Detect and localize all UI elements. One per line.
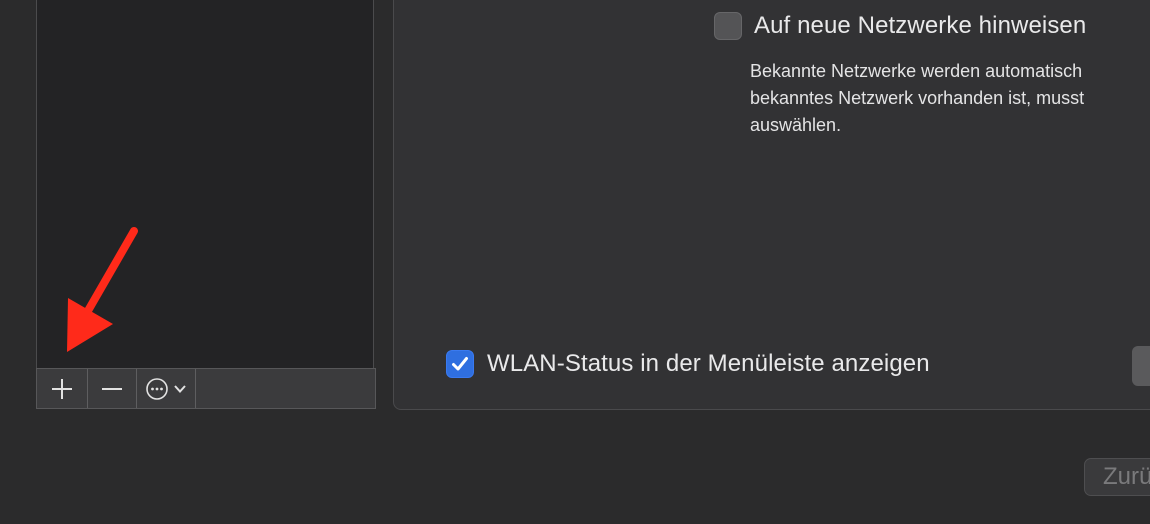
show-wifi-status-checkbox[interactable]: [446, 350, 474, 378]
help-text-line: Bekannte Netzwerke werden automatisch: [750, 61, 1083, 81]
advanced-button[interactable]: [1132, 346, 1150, 386]
checkmark-icon: [452, 357, 468, 371]
show-wifi-status-label[interactable]: WLAN-Status in der Menüleiste anzeigen: [487, 350, 930, 378]
back-button[interactable]: Zurü: [1084, 458, 1150, 496]
service-list-toolbar: [36, 368, 376, 409]
service-action-menu-button[interactable]: [137, 369, 196, 408]
remove-service-button[interactable]: [88, 369, 137, 408]
ellipsis-circle-icon: [146, 377, 168, 400]
network-preferences-window: Auf neue Netzwerke hinweisen Bekannte Ne…: [0, 0, 1150, 524]
ask-new-networks-checkbox[interactable]: [714, 12, 742, 40]
ask-new-networks-help-text: Bekannte Netzwerke werden automatisch be…: [750, 58, 1150, 139]
ask-new-networks-label[interactable]: Auf neue Netzwerke hinweisen: [754, 12, 1086, 40]
chevron-down-icon: [174, 384, 186, 393]
help-text-line: bekanntes Netzwerk vorhanden ist, musst: [750, 88, 1085, 108]
add-service-button[interactable]: [37, 369, 88, 408]
network-service-list[interactable]: [36, 0, 374, 369]
plus-icon: [52, 378, 72, 399]
minus-icon: [102, 387, 122, 390]
help-text-line: auswählen.: [750, 115, 842, 135]
